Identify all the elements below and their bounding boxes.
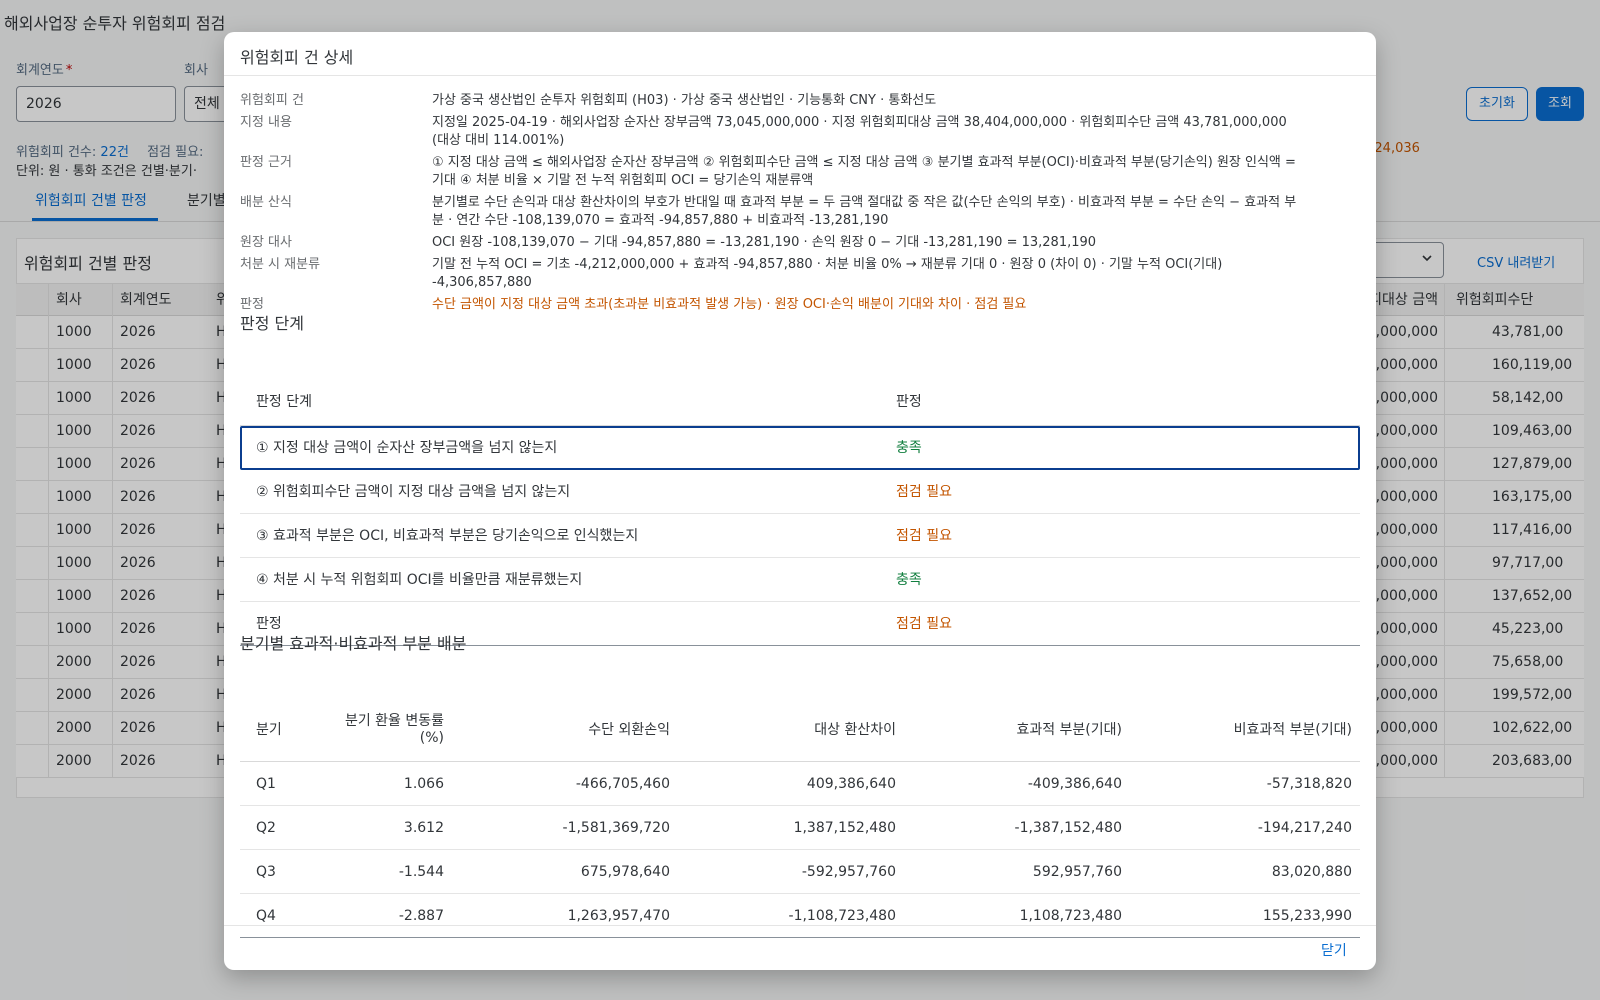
cell-fx-change: 1.066 <box>403 776 444 792</box>
judgment-step-row[interactable]: ① 지정 대상 금액이 순자산 장부금액을 넘지 않는지 충족 <box>240 426 1360 470</box>
divider <box>224 925 1376 926</box>
info-value: 기말 전 누적 OCI = 기초 -4,212,000,000 + 효과적 -9… <box>432 257 1223 290</box>
cell-quarter: Q1 <box>256 776 276 792</box>
info-value: ① 지정 대상 금액 ≤ 해외사업장 순자산 장부금액 ② 위험회피수단 금액 … <box>432 155 1296 188</box>
info-row: 지정 내용 지정일 2025-04-19 · 해외사업장 순자산 장부금액 73,… <box>240 114 1360 150</box>
info-label: 위험회피 건 <box>240 93 304 108</box>
cell-ineffective: -57,318,820 <box>1266 776 1352 792</box>
cell-translation-diff: -1,108,723,480 <box>788 908 896 924</box>
col-translation-diff: 대상 환산차이 <box>814 721 896 738</box>
cell-instrument-fx: -466,705,460 <box>575 776 670 792</box>
judgment-table: 판정 단계 판정 ① 지정 대상 금액이 순자산 장부금액을 넘지 않는지 충족 ②… <box>240 378 1360 646</box>
col-quarter: 분기 <box>256 721 282 738</box>
cell-ineffective: 155,233,990 <box>1262 908 1352 924</box>
cell-fx-change: -1.544 <box>398 864 444 880</box>
cell-effective: 1,108,723,480 <box>1019 908 1122 924</box>
verdict-value: 수단 금액이 지정 대상 금액 초과(초과분 비효과적 발생 가능) · 원장 … <box>432 297 1027 312</box>
allocation-row: Q3 -1.544 675,978,640 -592,957,760 592,957,7… <box>240 850 1360 894</box>
judgment-result: 충족 <box>896 572 922 588</box>
info-value: 지정일 2025-04-19 · 해외사업장 순자산 장부금액 73,045,0… <box>432 115 1287 148</box>
info-label: 판정 근거 <box>240 155 292 170</box>
allocation-row: Q1 1.066 -466,705,460 409,386,640 -409,386,6… <box>240 762 1360 806</box>
info-value: 분기별로 수단 손익과 대상 환산차이의 부호가 반대일 때 효과적 부분 = … <box>432 195 1297 228</box>
info-value: OCI 원장 -108,139,070 − 기대 -94,857,880 = -… <box>432 235 1097 250</box>
allocation-section-title: 분기별 효과적·비효과적 부분 배분 <box>240 634 467 653</box>
judgment-step: ④ 처분 시 누적 위험회피 OCI를 비율만큼 재분류했는지 <box>256 572 583 588</box>
cell-quarter: Q3 <box>256 864 276 880</box>
cell-effective: -1,387,152,480 <box>1014 820 1122 836</box>
cell-translation-diff: -592,957,760 <box>801 864 896 880</box>
judgment-result: 충족 <box>896 440 922 456</box>
cell-instrument-fx: -1,581,369,720 <box>562 820 670 836</box>
cell-fx-change: 3.612 <box>403 820 444 836</box>
info-label: 처분 시 재분류 <box>240 257 321 272</box>
col-fx-change: 분기 환율 변동률 (%) <box>344 713 444 746</box>
judgment-header-row: 판정 단계 판정 <box>240 378 1360 426</box>
judgment-step: ① 지정 대상 금액이 순자산 장부금액을 넘지 않는지 <box>256 440 558 456</box>
judgment-step-row[interactable]: ② 위험회피수단 금액이 지정 대상 금액을 넘지 않는지 점검 필요 <box>240 470 1360 514</box>
cell-translation-diff: 1,387,152,480 <box>793 820 896 836</box>
info-value: 가상 중국 생산법인 순투자 위험회피 (H03) · 가상 중국 생산법인 ·… <box>432 93 937 108</box>
col-effective: 효과적 부분(기대) <box>1016 721 1122 738</box>
allocation-header-row: 분기 분기 환율 변동률 (%) 수단 외환손익 대상 환산차이 효과적 부분(… <box>240 698 1360 762</box>
info-row: 위험회피 건 가상 중국 생산법인 순투자 위험회피 (H03) · 가상 중국 … <box>240 92 1360 110</box>
info-row: 판정 근거 ① 지정 대상 금액 ≤ 해외사업장 순자산 장부금액 ② 위험회피수… <box>240 154 1360 190</box>
info-row: 처분 시 재분류 기말 전 누적 OCI = 기초 -4,212,000,000 … <box>240 256 1360 292</box>
cell-translation-diff: 409,386,640 <box>806 776 896 792</box>
allocation-table: 분기 분기 환율 변동률 (%) 수단 외환손익 대상 환산차이 효과적 부분(… <box>240 698 1360 938</box>
cell-instrument-fx: 675,978,640 <box>580 864 670 880</box>
info-row: 판정 수단 금액이 지정 대상 금액 초과(초과분 비효과적 발생 가능) · 원… <box>240 296 1360 314</box>
col-step: 판정 단계 <box>256 394 312 410</box>
hedge-detail-dialog: 위험회피 건 상세 위험회피 건 가상 중국 생산법인 순투자 위험회피 (H03… <box>224 32 1376 970</box>
cell-fx-change: -2.887 <box>398 908 444 924</box>
col-ineffective: 비효과적 부분(기대) <box>1233 721 1352 738</box>
col-instrument-fx: 수단 외환손익 <box>588 721 670 738</box>
judgment-step: ③ 효과적 부분은 OCI, 비효과적 부분은 당기손익으로 인식했는지 <box>256 528 639 544</box>
info-row: 원장 대사 OCI 원장 -108,139,070 − 기대 -94,857,88… <box>240 234 1360 252</box>
close-button[interactable]: 닫기 <box>1321 940 1347 960</box>
dialog-title: 위험회피 건 상세 <box>240 48 354 67</box>
info-label: 배분 산식 <box>240 195 292 210</box>
cell-ineffective: -194,217,240 <box>1257 820 1352 836</box>
judgment-result: 점검 필요 <box>896 484 952 500</box>
allocation-row: Q4 -2.887 1,263,957,470 -1,108,723,480 1,108… <box>240 894 1360 938</box>
detail-info: 위험회피 건 가상 중국 생산법인 순투자 위험회피 (H03) · 가상 중국 … <box>240 92 1360 318</box>
info-row: 배분 산식 분기별로 수단 손익과 대상 환산차이의 부호가 반대일 때 효과적 … <box>240 194 1360 230</box>
allocation-row: Q2 3.612 -1,581,369,720 1,387,152,480 -1,387… <box>240 806 1360 850</box>
cell-effective: -409,386,640 <box>1027 776 1122 792</box>
cell-instrument-fx: 1,263,957,470 <box>567 908 670 924</box>
col-result: 판정 <box>896 394 922 410</box>
info-label: 원장 대사 <box>240 235 292 250</box>
judgment-step: ② 위험회피수단 금액이 지정 대상 금액을 넘지 않는지 <box>256 484 571 500</box>
cell-quarter: Q4 <box>256 908 276 924</box>
info-label: 지정 내용 <box>240 115 292 130</box>
judgment-section-title: 판정 단계 <box>240 314 304 333</box>
judgment-result: 점검 필요 <box>896 616 952 632</box>
divider <box>224 75 1376 76</box>
judgment-result: 점검 필요 <box>896 528 952 544</box>
cell-quarter: Q2 <box>256 820 276 836</box>
judgment-step-row[interactable]: ④ 처분 시 누적 위험회피 OCI를 비율만큼 재분류했는지 충족 <box>240 558 1360 602</box>
judgment-step-row[interactable]: ③ 효과적 부분은 OCI, 비효과적 부분은 당기손익으로 인식했는지 점검 필… <box>240 514 1360 558</box>
cell-effective: 592,957,760 <box>1032 864 1122 880</box>
cell-ineffective: 83,020,880 <box>1271 864 1352 880</box>
